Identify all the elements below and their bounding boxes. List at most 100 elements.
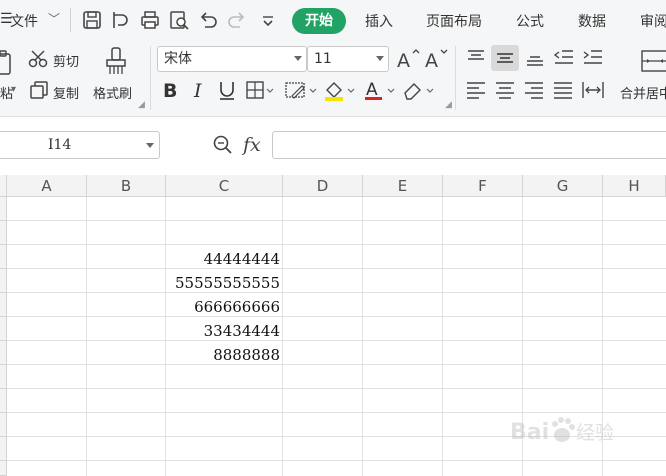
clear-format-icon[interactable]	[401, 79, 435, 101]
column-header-f[interactable]: F	[443, 175, 523, 197]
gridline	[7, 268, 666, 269]
format-painter-icon[interactable]	[104, 46, 128, 76]
column-header-b[interactable]: B	[87, 175, 166, 197]
fill-color-icon[interactable]	[322, 78, 356, 102]
gridline	[7, 460, 666, 461]
tab-page-layout[interactable]: 页面布局	[426, 11, 482, 31]
justify-icon[interactable]	[552, 80, 574, 100]
gridline	[86, 197, 87, 476]
column-header-d[interactable]: D	[283, 175, 363, 197]
gridline	[7, 316, 666, 317]
align-top-icon[interactable]	[465, 48, 487, 68]
scissors-icon[interactable]	[28, 49, 50, 69]
cell-c8[interactable]: 8888888	[166, 343, 280, 366]
cell-c4[interactable]: 44444444	[166, 247, 280, 270]
column-header-c[interactable]: C	[166, 175, 283, 197]
column-header-g[interactable]: G	[523, 175, 603, 197]
svg-text:经验: 经验	[576, 422, 614, 444]
cut-button[interactable]: 剪切	[53, 51, 79, 70]
undo-icon[interactable]	[197, 9, 219, 31]
row-header[interactable]	[0, 389, 7, 413]
align-middle-button[interactable]	[491, 45, 519, 71]
gridline	[442, 197, 443, 476]
print-preview-icon[interactable]	[168, 9, 190, 31]
row-header[interactable]	[0, 317, 7, 341]
dialog-launcher-icon[interactable]: ◢	[138, 100, 145, 110]
align-center-icon[interactable]	[494, 80, 516, 100]
gridline	[362, 197, 363, 476]
decrease-indent-icon[interactable]	[553, 48, 575, 68]
font-name-value: 宋体	[164, 51, 192, 67]
copy-icon[interactable]	[29, 80, 49, 100]
row-header[interactable]	[0, 413, 7, 437]
paste-icon[interactable]	[0, 48, 14, 76]
gridline	[7, 292, 666, 293]
corner-select-all[interactable]	[0, 175, 7, 197]
dialog-launcher-icon[interactable]: ◢	[445, 100, 452, 110]
distributed-align-icon[interactable]	[581, 80, 605, 100]
row-header[interactable]	[0, 221, 7, 245]
zoom-search-icon[interactable]	[212, 134, 234, 156]
chevron-down-icon	[376, 56, 384, 61]
font-size-value: 11	[314, 51, 332, 67]
cell-style-icon[interactable]	[284, 80, 318, 100]
row-header[interactable]	[0, 437, 7, 461]
font-color-icon[interactable]: A	[362, 78, 396, 102]
tab-insert[interactable]: 插入	[365, 11, 393, 31]
font-size-select[interactable]: 11	[307, 46, 389, 72]
tab-data[interactable]: 数据	[578, 11, 606, 31]
redo-icon[interactable]	[226, 9, 248, 31]
customize-toolbar-icon[interactable]	[257, 9, 279, 31]
menu-bar: ☰ 文件 ﹀ 开始 插入 页面布局 公式 数据 审阅	[0, 0, 666, 40]
column-header-h[interactable]: H	[603, 175, 666, 197]
format-painter-button[interactable]: 格式刷	[93, 83, 132, 102]
export-icon[interactable]	[110, 9, 132, 31]
group-divider	[455, 46, 456, 110]
increase-font-icon[interactable]: A	[396, 47, 420, 71]
insert-function-button[interactable]: fx	[243, 134, 261, 156]
tab-review[interactable]: 审阅	[640, 11, 666, 31]
row-header[interactable]	[0, 293, 7, 317]
gridline	[7, 364, 666, 365]
align-bottom-icon[interactable]	[524, 48, 546, 68]
svg-text:A: A	[425, 50, 438, 71]
increase-indent-icon[interactable]	[582, 48, 604, 68]
tab-formulas[interactable]: 公式	[516, 11, 544, 31]
row-header[interactable]	[0, 245, 7, 269]
merge-center-button[interactable]: 合并居中	[620, 83, 666, 102]
chevron-down-icon	[146, 143, 154, 148]
align-left-icon[interactable]	[465, 80, 487, 100]
cell-c5[interactable]: 55555555555	[166, 271, 280, 294]
copy-button[interactable]: 复制	[53, 83, 79, 102]
row-header[interactable]	[0, 365, 7, 389]
bold-icon[interactable]: B	[161, 79, 181, 101]
svg-text:A: A	[397, 50, 410, 71]
column-header-a[interactable]: A	[7, 175, 87, 197]
decrease-font-icon[interactable]: A	[424, 47, 448, 71]
print-icon[interactable]	[139, 9, 161, 31]
paste-dropdown-icon[interactable]: ▾	[11, 84, 16, 95]
tab-home[interactable]: 开始	[292, 8, 346, 34]
align-right-icon[interactable]	[523, 80, 545, 100]
cell-c6[interactable]: 666666666	[166, 295, 280, 318]
row-header[interactable]	[0, 269, 7, 293]
italic-icon[interactable]: I	[190, 79, 210, 101]
chevron-down-icon[interactable]: ﹀	[48, 10, 60, 27]
row-header[interactable]	[0, 461, 7, 476]
cell-c7[interactable]: 33434444	[166, 319, 280, 342]
row-header[interactable]	[0, 197, 7, 221]
underline-icon[interactable]	[217, 79, 237, 101]
name-box-value: I14	[48, 137, 72, 153]
save-icon[interactable]	[81, 9, 103, 31]
row-header[interactable]	[0, 341, 7, 365]
formula-bar: I14 fx	[0, 117, 666, 175]
borders-icon[interactable]	[245, 80, 275, 100]
font-name-select[interactable]: 宋体	[157, 46, 307, 72]
file-menu[interactable]: 文件	[10, 11, 38, 31]
divider	[70, 8, 71, 32]
name-box[interactable]: I14	[0, 131, 160, 159]
formula-input[interactable]	[272, 131, 666, 159]
baidu-watermark-logo: Bai 经验	[510, 405, 630, 455]
merge-center-icon[interactable]	[640, 47, 666, 75]
column-header-e[interactable]: E	[363, 175, 443, 197]
